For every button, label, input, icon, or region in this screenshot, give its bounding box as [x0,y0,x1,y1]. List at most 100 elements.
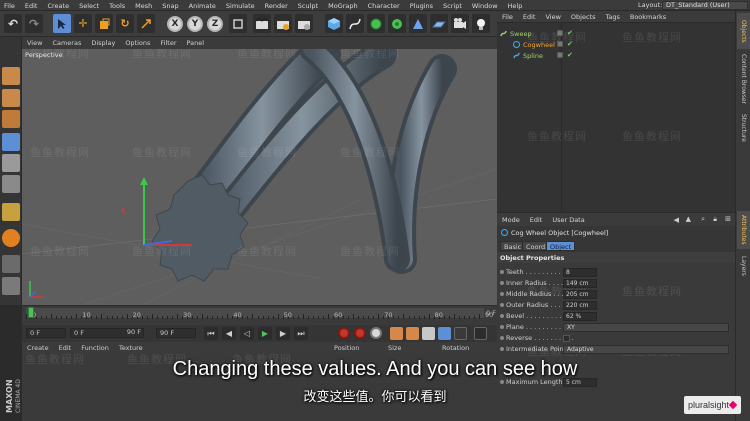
scale-key-icon[interactable] [406,327,419,340]
tab-object[interactable]: Object [546,241,576,251]
scale-icon[interactable] [95,14,113,33]
property-select[interactable]: Adaptive [563,345,729,354]
viewport-menu-panel[interactable]: Panel [182,39,210,47]
start-frame-field[interactable]: 0 F [26,328,66,338]
menu-mesh[interactable]: Mesh [130,2,157,10]
light-icon[interactable] [472,14,490,33]
menu-snap[interactable]: Snap [157,2,183,10]
new-manager-icon[interactable]: ⊞ [725,215,731,223]
record-keys-icon[interactable] [338,327,350,339]
workplane-icon[interactable] [2,255,20,273]
object-menu-file[interactable]: File [497,13,518,21]
menu-select[interactable]: Select [74,2,104,10]
polygons-mode-icon[interactable] [2,175,20,193]
model-mode-icon[interactable] [2,89,20,107]
tab-layers[interactable]: Layers [737,251,750,281]
position-key-icon[interactable] [390,327,403,340]
object-manager-tree[interactable]: Sweep ✔ Cogwheel ✔ Spline ✔ 鱼鱼教程网 鱼鱼教程网 … [497,23,735,212]
search-icon[interactable]: ⌕ [701,215,705,224]
lock-icon[interactable]: 🔒︎ [713,215,717,224]
locked-workplane-icon[interactable] [2,277,20,295]
property-select[interactable]: XY [563,323,729,332]
render-settings-icon[interactable] [295,14,313,33]
render-picture-viewer-icon[interactable] [274,14,292,33]
object-menu-edit[interactable]: Edit [518,13,541,21]
snap-icon[interactable] [2,229,20,247]
back-arrow-icon[interactable]: ◀ [674,216,679,224]
viewport-menu-view[interactable]: View [22,39,47,47]
tab-attributes[interactable]: Attributes [737,211,750,249]
edges-mode-icon[interactable] [2,154,20,172]
pla-key-icon[interactable] [454,327,467,340]
rotation-key-icon[interactable] [422,327,435,340]
play-icon[interactable]: ▶ [258,327,272,340]
tab-objects[interactable]: Objects [737,13,750,49]
autokeying-icon[interactable] [354,327,366,339]
timeline[interactable]: 0 10 20 30 40 50 60 70 80 90 0 F [22,305,497,325]
animation-dot-icon[interactable] [500,292,504,296]
x-axis-lock-icon[interactable]: X [167,16,183,32]
animation-dot-icon[interactable] [500,314,504,318]
menu-animate[interactable]: Animate [184,2,221,10]
viewport-menu-cameras[interactable]: Cameras [47,39,86,47]
menu-create[interactable]: Create [42,2,74,10]
cube-icon[interactable] [325,14,343,33]
menu-help[interactable]: Help [503,2,528,10]
timeline-playhead[interactable] [28,307,34,318]
end-frame-field[interactable]: 90 F [156,328,196,338]
undo-icon[interactable]: ↶ [4,14,22,33]
enabled-check-icon[interactable]: ✔ [567,51,573,59]
timeline-menu-icon[interactable] [474,327,487,340]
render-view-icon[interactable] [253,14,271,33]
attribute-menu-mode[interactable]: Mode [497,216,525,224]
object-menu-view[interactable]: View [540,13,565,21]
cloner-icon[interactable] [388,14,406,33]
menu-simulate[interactable]: Simulate [221,2,260,10]
z-axis-lock-icon[interactable]: Z [207,16,223,32]
pen-spline-icon[interactable] [346,14,364,33]
object-row-spline[interactable]: Spline ✔ [497,50,735,61]
axis-mode-icon[interactable] [2,203,20,221]
select-arrow-icon[interactable] [53,14,71,33]
menu-mograph[interactable]: MoGraph [323,2,363,10]
visibility-dots[interactable] [557,52,563,58]
property-value-field[interactable]: 220 cm [563,301,597,310]
previous-key-icon[interactable]: ◀ [222,327,236,340]
attribute-menu-edit[interactable]: Edit [525,216,548,224]
preview-max-field[interactable]: 90 F [100,328,144,338]
property-value-field[interactable]: 8 [563,268,597,277]
redo-icon[interactable]: ↷ [25,14,43,33]
y-axis-lock-icon[interactable]: Y [187,16,203,32]
coordinate-system-icon[interactable] [229,14,247,33]
animation-dot-icon[interactable] [500,336,504,340]
up-arrow-icon[interactable]: ▲ [686,215,691,223]
timeline-track[interactable]: 0 10 20 30 40 50 60 70 80 90 [26,308,493,319]
object-menu-objects[interactable]: Objects [566,13,601,21]
keyframe-selection-icon[interactable] [370,327,382,339]
points-mode-icon[interactable] [2,133,20,151]
menu-script[interactable]: Script [438,2,467,10]
animation-dot-icon[interactable] [500,325,504,329]
viewport-menu-display[interactable]: Display [86,39,120,47]
property-value-field[interactable]: 149 cm [563,279,597,288]
go-to-end-icon[interactable]: ⏭ [294,327,308,340]
property-value-field[interactable]: 205 cm [563,290,597,299]
play-backward-icon[interactable]: ◁ [240,327,254,340]
menu-character[interactable]: Character [363,2,405,10]
animation-dot-icon[interactable] [500,347,504,351]
layout-select[interactable]: DT_Standard (User) [662,1,748,10]
parameter-key-icon[interactable] [438,327,451,340]
viewport-menu-options[interactable]: Options [120,39,155,47]
subdivision-icon[interactable] [367,14,385,33]
make-editable-icon[interactable] [2,67,20,85]
floor-icon[interactable] [430,14,448,33]
menu-edit[interactable]: Edit [20,2,43,10]
move-icon[interactable]: ✛ [74,14,92,33]
property-checkbox[interactable] [563,335,570,342]
property-value-field[interactable]: 62 % [563,312,597,321]
camera-icon[interactable] [451,14,469,33]
tab-content-browser[interactable]: Content Browser [737,51,750,107]
object-menu-tags[interactable]: Tags [600,13,624,21]
next-key-icon[interactable]: ▶ [276,327,290,340]
rotate-icon[interactable]: ↻ [116,14,134,33]
